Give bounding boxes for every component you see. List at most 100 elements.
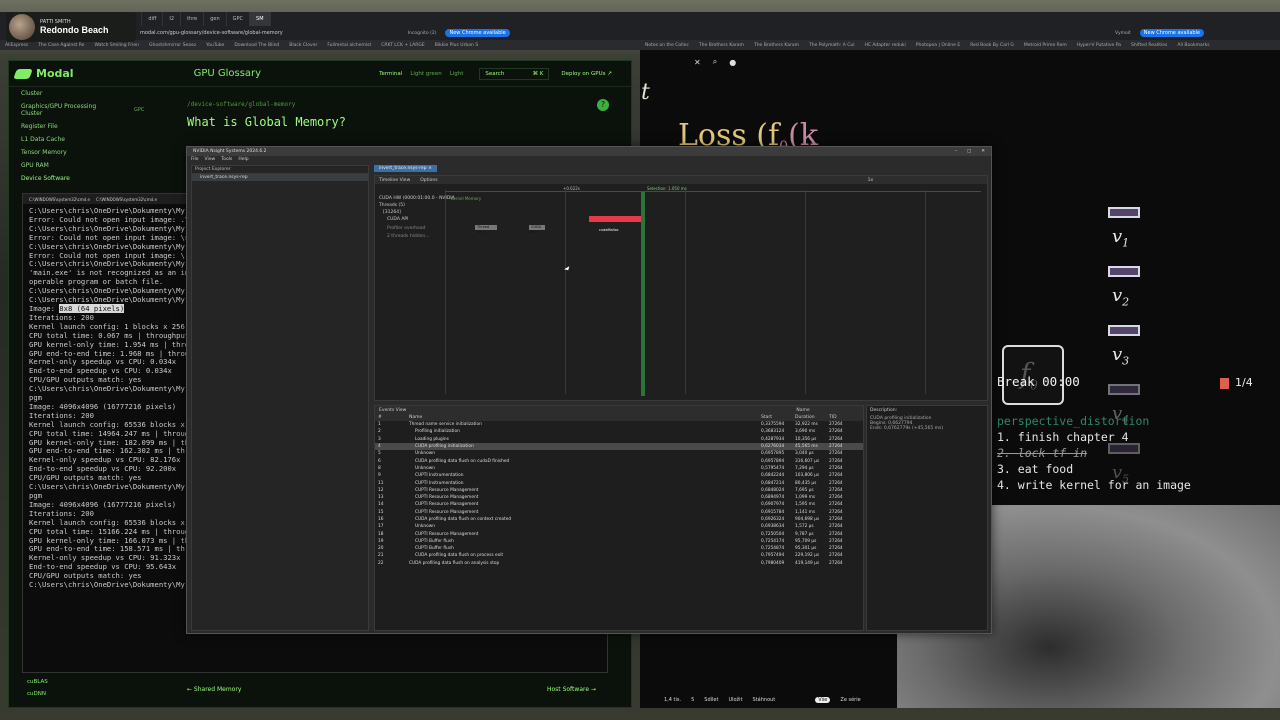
bookmark-item[interactable]: Bikkie Plus Urban S — [430, 43, 484, 48]
table-row[interactable]: 13 CUPTI Resource Management 0,6894974 1,09… — [375, 494, 863, 501]
next-page-link[interactable]: Host Software → — [547, 686, 596, 693]
table-row[interactable]: 6 CUDA profiling data flush on cudaD fini… — [375, 457, 863, 464]
bookmark-item[interactable]: Watch Smiling Frien — [89, 43, 144, 48]
thread-name-bar[interactable]: Thread na... — [475, 225, 497, 234]
bookmark-item[interactable]: Shifted Realities — [1126, 43, 1172, 48]
browser-tab[interactable]: thre — [181, 12, 205, 26]
bookmark-item[interactable]: CRKT LCK + LARGE — [376, 43, 429, 48]
share-button[interactable]: Sdílet — [704, 697, 718, 703]
cuda-api-bar[interactable]: cudaMalloc — [589, 216, 641, 232]
browser-tab[interactable]: gen — [204, 12, 227, 26]
report-tab[interactable]: invert_trace.nsys-rep × — [374, 165, 437, 172]
theme-terminal[interactable]: Terminal — [379, 71, 402, 77]
cuda-profiling-bar[interactable]: CUDA pro... — [529, 225, 545, 234]
close-icon[interactable]: ✕ — [981, 147, 985, 156]
theme-light-green[interactable]: Light green — [410, 71, 441, 77]
filter-series-chip[interactable]: Ze série — [840, 697, 860, 703]
bookmark-item[interactable]: AliExpress — [0, 43, 33, 48]
save-button[interactable]: Uložit — [728, 697, 742, 703]
table-row[interactable]: 8 Unknown 0,5795474 7,294 µs 27264 — [375, 465, 863, 472]
terminal-tab[interactable]: C:\WINDOWS\system32\cmd.e — [29, 197, 90, 202]
project-file[interactable]: invert_trace.nsys-rep — [192, 174, 368, 181]
table-row[interactable]: 15 CUPTI Resource Management 0,6915784 1,14… — [375, 509, 863, 516]
bookmark-item[interactable]: Red Book By Carl G — [965, 43, 1019, 48]
events-view-select[interactable]: Events View — [379, 408, 406, 413]
table-row[interactable]: 4 CUDA profiling initialization 0,6276034 4… — [375, 442, 863, 451]
timeline-row[interactable]: CUDA API — [375, 217, 408, 225]
events-view[interactable]: Events View Name # Name Start Duration T… — [374, 405, 864, 631]
bookmark-item[interactable]: Fullmetal alchemist — [322, 43, 376, 48]
sidebar-item-l1-cache[interactable]: L1 Data Cache — [9, 133, 149, 146]
browser-tab[interactable]: SM — [250, 12, 271, 26]
search-icon[interactable]: ⌕ — [713, 57, 717, 67]
right-address-bar[interactable]: Vymoit New Chrome available — [640, 26, 1280, 40]
modal-logo[interactable]: Modal — [13, 67, 74, 80]
account-badge[interactable]: Vymoit — [1110, 31, 1136, 36]
table-row[interactable]: 18 CUPTI Resource Management 0,7250504 9,78… — [375, 530, 863, 537]
table-row[interactable]: 1 Thread name service initialization 0,337… — [375, 421, 863, 428]
url-text[interactable]: modal.com/gpu-glossary/device-software/g… — [140, 30, 283, 36]
help-button[interactable]: ? — [597, 99, 609, 111]
timeline-view-select[interactable]: Timeline View — [379, 178, 410, 183]
chrome-update-pill[interactable]: New Chrome available — [445, 29, 510, 37]
bookmark-item[interactable]: Notes on the Collec — [640, 43, 694, 48]
bookmark-item[interactable]: The Case Against Re — [33, 43, 89, 48]
table-row[interactable]: 21 CUDA profiling data flush on process e… — [375, 552, 863, 559]
menu-tools[interactable]: Tools — [221, 157, 232, 162]
bookmark-item[interactable]: The Polymath: A Cul — [804, 43, 859, 48]
table-row[interactable]: 9 CUPTI Instrumentation 0,6842244 103,806 µ… — [375, 472, 863, 479]
dislike-button[interactable]: 5 — [691, 697, 694, 703]
table-row[interactable]: 16 CUDA profiling data flush on context c… — [375, 516, 863, 523]
table-row[interactable]: 3 Loading plugins 0,4287934 10,356 µs 27264 — [375, 436, 863, 443]
bookmark-item[interactable]: Ghostshmirror Seaso — [144, 43, 201, 48]
bookmark-item[interactable]: Download The Blind — [229, 43, 284, 48]
close-icon[interactable]: ✕ — [694, 58, 701, 67]
incognito-badge[interactable]: Incognito (2) — [403, 31, 442, 36]
table-row[interactable]: 17 Unknown 0,6938634 1,572 µs 27264 — [375, 523, 863, 530]
browser-tab[interactable]: I2 — [163, 12, 182, 26]
table-row[interactable]: 12 CUPTI Resource Management 0,6848024 7,69… — [375, 487, 863, 494]
sidebar-item-gpu-ram[interactable]: GPU RAM — [9, 159, 149, 172]
download-button[interactable]: Stáhnout — [753, 697, 776, 703]
menu-view[interactable]: View — [205, 157, 216, 162]
mic-icon[interactable]: ● — [729, 58, 736, 67]
sidebar-item-register-file[interactable]: Register File — [9, 120, 149, 133]
section-title[interactable]: GPU Glossary — [194, 68, 262, 79]
table-row[interactable]: 11 CUPTI Instrumentation 0,6847214 80,435 µ… — [375, 479, 863, 486]
table-row[interactable]: 22 CUDA profiling data flush on analysis … — [375, 560, 863, 567]
sidebar-item-tensor-memory[interactable]: Tensor Memory — [9, 146, 149, 159]
timeline-row[interactable]: Profiler overhead — [375, 226, 425, 234]
name-filter[interactable]: Name — [796, 408, 809, 413]
prev-page-link[interactable]: ← Shared Memory — [187, 686, 241, 693]
bookmark-item[interactable]: The Brothers Karam — [749, 43, 804, 48]
search-input[interactable]: Search ⌘ K — [479, 67, 550, 80]
table-row[interactable]: 2 Profiling initialization 0,3683124 3,690 … — [375, 428, 863, 435]
menu-help[interactable]: Help — [238, 157, 248, 162]
zoom-level[interactable]: 1x — [868, 178, 874, 183]
minimize-icon[interactable]: – — [955, 147, 957, 156]
bookmark-item[interactable]: The Brothers Karam — [694, 43, 749, 48]
bookmark-item[interactable]: All Bookmarks — [1172, 43, 1214, 48]
chrome-update-pill-right[interactable]: New Chrome available — [1139, 29, 1205, 37]
sidebar-item-device-software[interactable]: Device Software — [9, 172, 149, 185]
timeline-row[interactable]: 2 threads hidden... — [375, 234, 430, 242]
browser-tab[interactable]: GPC — [227, 12, 251, 26]
bookmark-item[interactable]: YouTube — [201, 43, 229, 48]
sidebar-item-gpc[interactable]: Graphics/GPU Processing Cluster — [9, 100, 129, 120]
table-row[interactable]: 20 CUPTI Buffer flush 0,7254874 95,301 µs 27… — [375, 545, 863, 552]
nsight-window[interactable]: NVIDIA Nsight Systems 2024.6.2 – □ ✕ File … — [186, 146, 992, 634]
bookmark-item[interactable]: Hyper-V Putative Pa — [1072, 43, 1126, 48]
bookmark-item[interactable]: HC Adapter reduki — [859, 43, 910, 48]
table-row[interactable]: 14 CUPTI Resource Management 0,6907974 1,59… — [375, 501, 863, 508]
timeline-view[interactable]: Timeline View Options 1x +0.622s Selecti… — [374, 175, 988, 401]
bookmark-item[interactable]: Black Clover — [284, 43, 322, 48]
theme-light[interactable]: Light — [450, 71, 464, 77]
sidebar-item-cudnn[interactable]: cuDNN — [27, 691, 46, 697]
table-row[interactable]: 5 Unknown 0,6957895 3,040 µs 27264 — [375, 450, 863, 457]
maximize-icon[interactable]: □ — [967, 147, 971, 156]
options-button[interactable]: Options — [420, 178, 437, 183]
bookmark-item[interactable]: Photopea | Online E — [911, 43, 965, 48]
terminal-tab[interactable]: C:\WINDOWS\system32\cmd.e — [96, 197, 157, 202]
sidebar-item-cluster[interactable]: Cluster — [9, 87, 149, 100]
filter-all-chip[interactable]: Vše — [815, 697, 831, 703]
